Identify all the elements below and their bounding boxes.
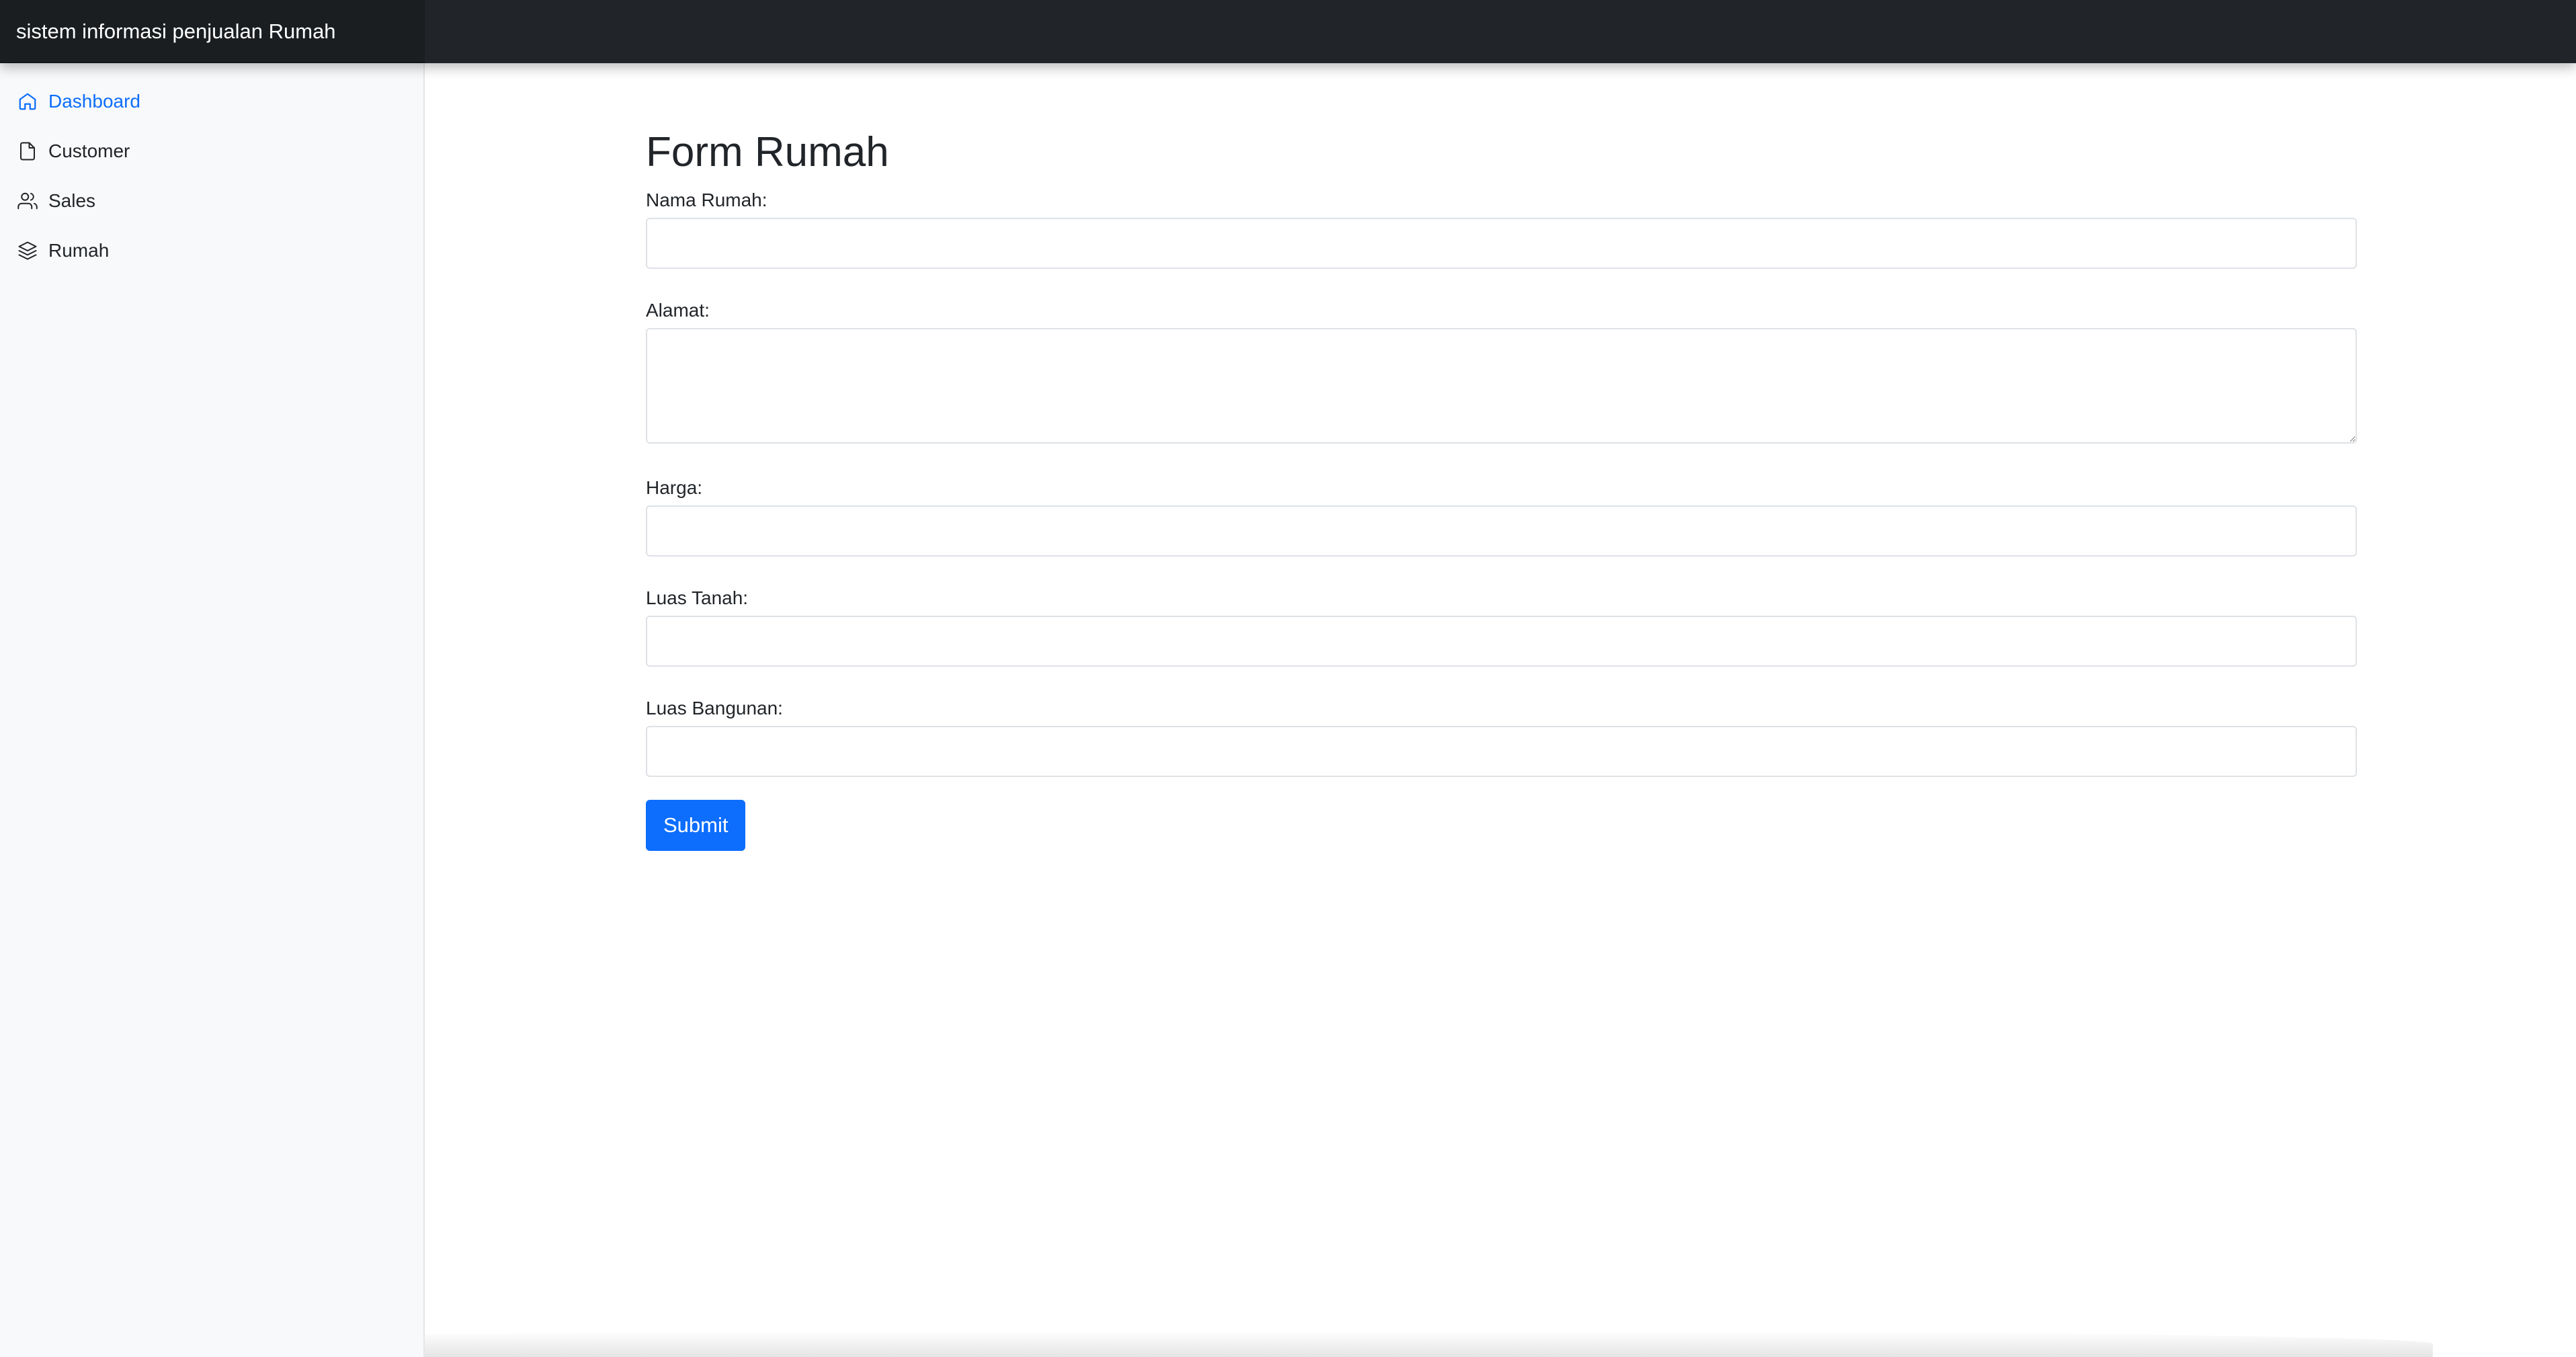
file-icon [16,140,39,163]
top-navbar: sistem informasi penjualan Rumah [0,0,2576,63]
home-icon [16,90,39,113]
users-icon [16,190,39,212]
alamat-textarea[interactable] [646,328,2357,444]
sidebar-item-label: Sales [48,190,96,211]
main-content: Form Rumah Nama Rumah: Alamat: Harga: Lu… [425,63,2576,1357]
sidebar-item-sales[interactable]: Sales [0,176,423,226]
luas-tanah-label: Luas Tanah: [646,587,749,609]
sidebar-item-label: Customer [48,140,130,161]
sidebar: Dashboard Customer Sales Rumah [0,63,425,1357]
sidebar-item-dashboard[interactable]: Dashboard [0,77,423,126]
bottom-edge-shadow [148,1330,2433,1357]
luas-bangunan-input[interactable] [646,726,2357,778]
submit-button[interactable]: Submit [646,800,746,852]
alamat-label: Alamat: [646,300,710,321]
luas-tanah-input[interactable] [646,616,2357,667]
page-title: Form Rumah [646,129,889,175]
sidebar-item-label: Rumah [48,240,110,261]
house-form: Form Rumah Nama Rumah: Alamat: Harga: Lu… [646,128,2357,852]
harga-label: Harga: [646,477,703,499]
sidebar-item-label: Dashboard [48,91,140,112]
nama-rumah-label: Nama Rumah: [646,190,767,211]
harga-input[interactable] [646,505,2357,557]
app-brand[interactable]: sistem informasi penjualan Rumah [0,0,425,63]
nama-rumah-input[interactable] [646,218,2357,270]
layers-icon [16,239,39,262]
luas-bangunan-label: Luas Bangunan: [646,698,783,719]
sidebar-item-rumah[interactable]: Rumah [0,226,423,276]
sidebar-item-customer[interactable]: Customer [0,126,423,176]
